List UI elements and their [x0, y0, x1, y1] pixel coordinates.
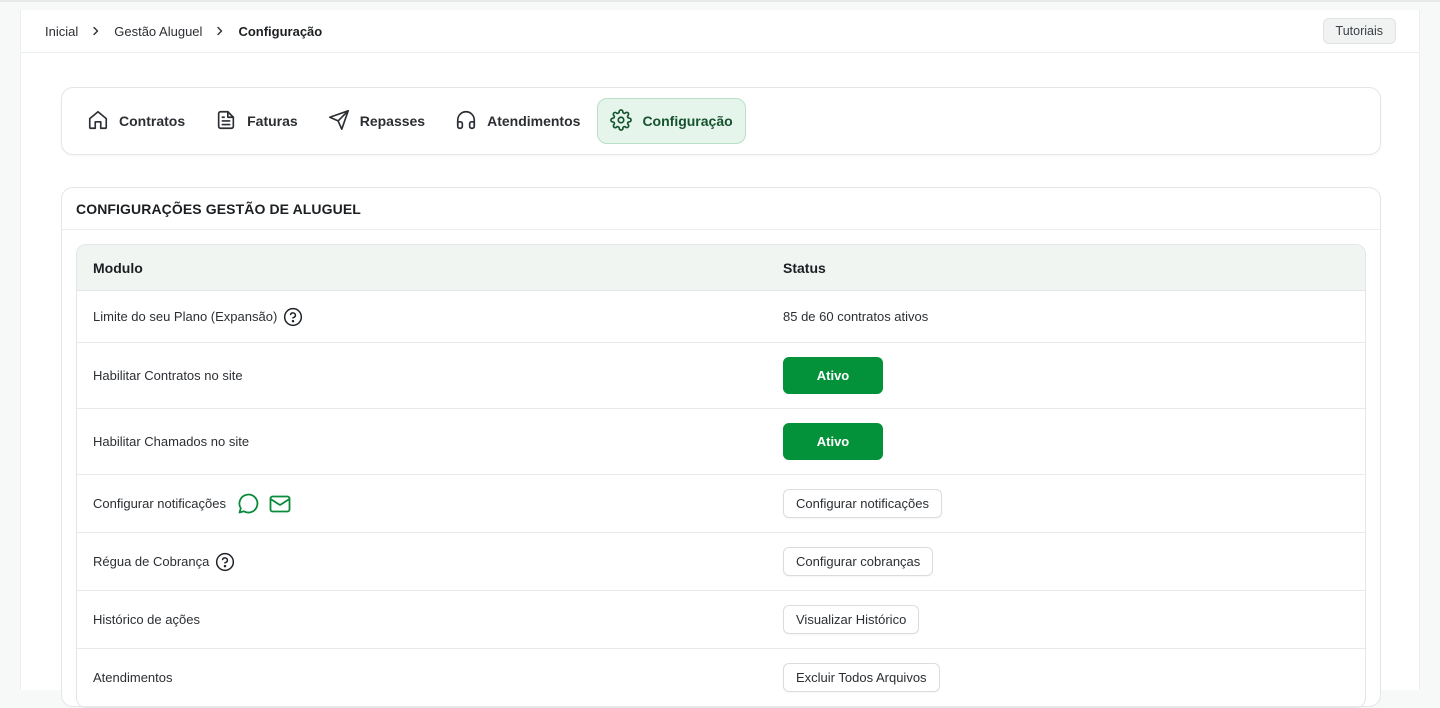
tabs-bar: Contratos Faturas Repasses Atendimentos …: [61, 87, 1381, 155]
configure-notifications-button[interactable]: Configurar notificações: [783, 489, 942, 518]
table-row: Histórico de ações Visualizar Histórico: [77, 591, 1365, 649]
table-row: Habilitar Contratos no site Ativo: [77, 343, 1365, 409]
tab-faturas[interactable]: Faturas: [202, 98, 311, 144]
whatsapp-icon: [236, 492, 260, 516]
contracts-active-button[interactable]: Ativo: [783, 357, 883, 394]
tab-label: Contratos: [119, 113, 186, 129]
notification-channels: [236, 492, 292, 516]
top-bar: Inicial Gestão Aluguel Configuração Tuto…: [21, 10, 1419, 53]
module-label: Limite do seu Plano (Expansão): [93, 309, 278, 324]
module-label: Configurar notificações: [93, 496, 226, 511]
column-header-status: Status: [783, 259, 826, 276]
tab-configuracao[interactable]: Configuração: [597, 98, 746, 144]
table-row: Configurar notificações Configurar notif…: [77, 475, 1365, 533]
document-icon: [215, 109, 237, 134]
gear-icon: [610, 108, 633, 134]
table-row: Atendimentos Excluir Todos Arquivos: [77, 649, 1365, 707]
mail-icon: [268, 492, 292, 516]
configure-billing-button[interactable]: Configurar cobranças: [783, 547, 934, 576]
config-title: CONFIGURAÇÕES GESTÃO DE ALUGUEL: [62, 188, 1380, 230]
delete-all-files-button[interactable]: Excluir Todos Arquivos: [783, 663, 940, 692]
module-label: Habilitar Chamados no site: [93, 434, 250, 449]
tab-atendimentos[interactable]: Atendimentos: [442, 98, 593, 144]
plan-usage-text: 85 de 60 contratos ativos: [783, 309, 929, 324]
send-icon: [328, 109, 350, 134]
chevron-right-icon: [202, 26, 238, 36]
chevron-right-icon: [78, 26, 114, 36]
module-label: Histórico de ações: [93, 612, 200, 627]
help-circle-icon[interactable]: [283, 307, 303, 327]
breadcrumb-gestao-aluguel[interactable]: Gestão Aluguel: [114, 24, 202, 39]
breadcrumb: Inicial Gestão Aluguel Configuração: [45, 24, 322, 39]
column-header-module: Modulo: [93, 259, 143, 276]
config-card: CONFIGURAÇÕES GESTÃO DE ALUGUEL Modulo S…: [61, 187, 1381, 708]
headphones-icon: [455, 109, 477, 134]
table-row: Régua de Cobrança Configurar cobranças: [77, 533, 1365, 591]
view-history-button[interactable]: Visualizar Histórico: [783, 605, 920, 634]
breadcrumb-current: Configuração: [238, 23, 323, 39]
tab-label: Atendimentos: [487, 113, 581, 129]
config-table: Modulo Status Limite do seu Plano (Expan…: [76, 244, 1366, 708]
tab-contratos[interactable]: Contratos: [74, 98, 198, 144]
tab-label: Faturas: [247, 113, 298, 129]
table-row: Limite do seu Plano (Expansão) 85 de 60 …: [77, 291, 1365, 343]
help-circle-icon[interactable]: [215, 552, 235, 572]
tab-label: Repasses: [359, 113, 426, 129]
module-label: Habilitar Contratos no site: [93, 368, 243, 383]
module-label: Atendimentos: [93, 670, 173, 685]
tickets-active-button[interactable]: Ativo: [783, 423, 883, 460]
top-divider: [0, 0, 1440, 2]
home-icon: [87, 109, 109, 134]
module-label: Régua de Cobrança: [93, 554, 210, 569]
tutorials-button[interactable]: Tutoriais: [1322, 18, 1396, 44]
table-row: Habilitar Chamados no site Ativo: [77, 409, 1365, 475]
breadcrumb-home[interactable]: Inicial: [45, 24, 78, 39]
tab-label: Configuração: [642, 113, 733, 129]
page-container: Inicial Gestão Aluguel Configuração Tuto…: [20, 10, 1420, 708]
tab-repasses[interactable]: Repasses: [315, 98, 438, 144]
table-header: Modulo Status: [77, 245, 1365, 291]
